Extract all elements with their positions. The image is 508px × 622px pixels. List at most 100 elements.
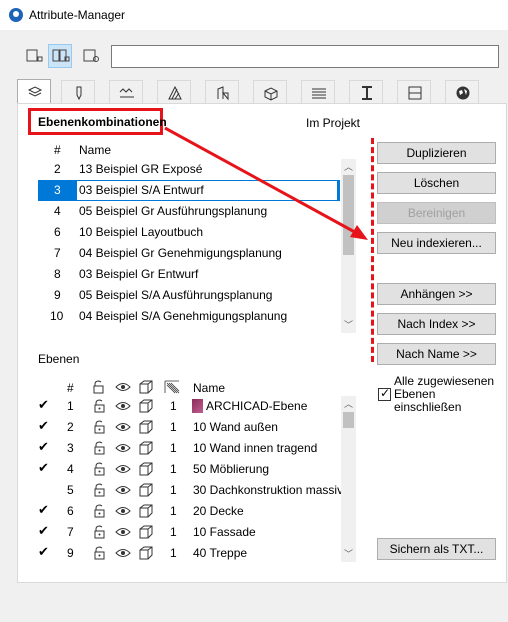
tab-composites[interactable] [205, 80, 239, 104]
delete-button[interactable]: Löschen [377, 172, 496, 194]
wireframe-icon[interactable] [139, 525, 153, 542]
archicad-layer-icon [192, 399, 203, 413]
visibility-icon[interactable] [115, 421, 131, 436]
wireframe-icon[interactable] [139, 546, 153, 563]
lock-icon[interactable] [93, 441, 106, 458]
intersection-group[interactable]: 1 [170, 504, 177, 518]
wireframe-column-icon[interactable] [139, 380, 153, 397]
list-item[interactable]: 6 10 Beispiel Layoutbuch [38, 222, 340, 243]
table-row[interactable]: 5 1 30 Dachkonstruktion massiv [31, 480, 343, 501]
by-index-button[interactable]: Nach Index >> [377, 313, 496, 335]
view-preview-button[interactable] [79, 44, 103, 68]
save-as-txt-button[interactable]: Sichern als TXT... [377, 538, 496, 560]
visibility-icon[interactable] [115, 400, 131, 415]
globe-icon [456, 86, 470, 100]
tab-zones[interactable] [397, 80, 431, 104]
tab-layers[interactable] [17, 79, 51, 105]
list-item[interactable]: 4 05 Beispiel Gr Ausführungsplanung [38, 201, 340, 222]
scroll-down-icon[interactable]: ﹀ [343, 548, 354, 560]
wireframe-icon[interactable] [139, 420, 153, 437]
row-number: 7 [67, 525, 74, 539]
list-item[interactable]: 2 13 Beispiel GR Exposé [38, 159, 340, 180]
rename-input[interactable]: 03 Beispiel S/A Entwurf [76, 180, 338, 201]
visibility-icon[interactable] [115, 505, 131, 520]
by-name-button[interactable]: Nach Name >> [377, 343, 496, 365]
visibility-icon[interactable] [115, 442, 131, 457]
intersection-group[interactable]: 1 [170, 546, 177, 560]
intersection-group[interactable]: 1 [170, 483, 177, 497]
pen-icon [76, 86, 82, 101]
table-row[interactable]: ✔ 1 1 ARCHICAD-Ebene [31, 396, 341, 417]
append-button[interactable]: Anhängen >> [377, 283, 496, 305]
tab-fills[interactable] [157, 80, 191, 104]
checkmark-icon[interactable]: ✔ [38, 544, 49, 560]
wireframe-icon[interactable] [139, 483, 153, 500]
list-item-selected[interactable]: 3 03 Beispiel S/A Entwurf [38, 180, 340, 201]
table-row[interactable]: ✔ 9 1 40 Treppe [31, 543, 341, 564]
combinations-scrollbar[interactable]: ︿ ﹀ [341, 159, 356, 333]
tab-surfaces[interactable] [301, 80, 335, 104]
scroll-down-icon[interactable]: ﹀ [343, 319, 354, 331]
visibility-column-icon[interactable] [115, 380, 131, 397]
column-header-name[interactable]: Name [79, 143, 111, 157]
scroll-up-icon[interactable]: ︿ [343, 161, 354, 173]
scroll-thumb[interactable] [343, 412, 354, 428]
scroll-thumb[interactable] [343, 175, 354, 255]
intersection-group[interactable]: 1 [170, 420, 177, 434]
visibility-icon[interactable] [115, 463, 131, 478]
tab-building-materials[interactable] [253, 80, 287, 104]
lock-icon[interactable] [93, 399, 106, 416]
list-item[interactable]: 7 04 Beispiel Gr Genehmigungsplanung [38, 243, 340, 264]
table-row[interactable]: ✔ 4 1 50 Möblierung [31, 459, 341, 480]
list-item[interactable]: 9 05 Beispiel S/A Ausführungsplanung [38, 285, 340, 306]
tab-profiles[interactable] [349, 80, 383, 104]
intersection-group[interactable]: 1 [170, 441, 177, 455]
wireframe-icon[interactable] [139, 504, 153, 521]
table-row[interactable]: ✔ 3 1 10 Wand innen tragend [31, 438, 341, 459]
checkmark-icon[interactable]: ✔ [38, 418, 49, 434]
table-row[interactable]: ✔ 7 1 10 Fassade [31, 522, 341, 543]
visibility-icon[interactable] [115, 526, 131, 541]
tab-globe[interactable] [445, 80, 479, 104]
scroll-up-icon[interactable]: ︿ [343, 398, 354, 410]
checkmark-icon[interactable]: ✔ [38, 523, 49, 539]
tab-line-types[interactable] [109, 80, 143, 104]
intersection-group[interactable]: 1 [170, 525, 177, 539]
attribute-manager-window: Attribute-Manager Ebenenkombinationen Im… [0, 0, 508, 622]
lock-icon[interactable] [93, 420, 106, 437]
duplicate-button[interactable]: Duplizieren [377, 142, 496, 164]
include-assigned-layers-checkbox[interactable] [378, 386, 391, 401]
intersection-group[interactable]: 1 [170, 462, 177, 476]
purge-button[interactable]: Bereinigen [377, 202, 496, 224]
list-item[interactable]: 8 03 Beispiel Gr Entwurf [38, 264, 340, 285]
lock-column-icon[interactable] [92, 380, 106, 397]
lock-icon[interactable] [93, 483, 106, 500]
checkmark-icon[interactable]: ✔ [38, 502, 49, 518]
intersection-group[interactable]: 1 [170, 399, 177, 413]
visibility-icon[interactable] [115, 547, 131, 562]
checkmark-icon[interactable]: ✔ [38, 460, 49, 476]
search-input[interactable] [111, 45, 499, 68]
tab-pens[interactable] [61, 80, 95, 104]
reindex-button[interactable]: Neu indexieren... [377, 232, 496, 254]
view-list-button[interactable] [22, 44, 46, 68]
table-row[interactable]: ✔ 2 1 10 Wand außen [31, 417, 341, 438]
view-split-button[interactable] [48, 44, 72, 68]
lock-icon[interactable] [93, 462, 106, 479]
zone-icon [408, 86, 422, 100]
checkmark-icon[interactable]: ✔ [38, 439, 49, 455]
list-item[interactable]: 10 04 Beispiel S/A Genehmigungsplanung [38, 306, 340, 327]
checkmark-icon[interactable]: ✔ [38, 397, 49, 413]
row-number: 2 [54, 162, 61, 176]
layers-scrollbar[interactable]: ︿ ﹀ [341, 396, 356, 562]
intersection-group-column-icon[interactable] [164, 380, 180, 397]
wireframe-icon[interactable] [139, 399, 153, 416]
lock-icon[interactable] [93, 546, 106, 563]
wireframe-icon[interactable] [139, 462, 153, 479]
lock-icon[interactable] [93, 525, 106, 542]
wireframe-icon[interactable] [139, 441, 153, 458]
visibility-icon[interactable] [115, 484, 131, 499]
column-header-name[interactable]: Name [193, 381, 225, 395]
table-row[interactable]: ✔ 6 1 20 Decke [31, 501, 341, 522]
lock-icon[interactable] [93, 504, 106, 521]
